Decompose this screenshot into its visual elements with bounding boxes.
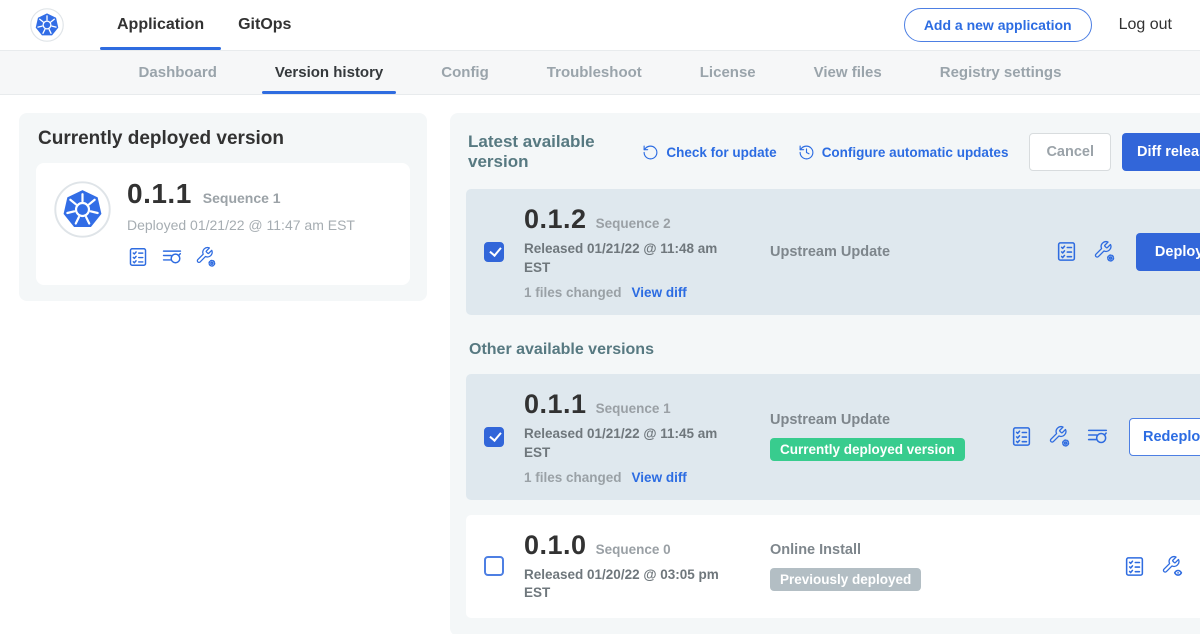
version-select-checkbox[interactable] — [484, 427, 504, 447]
sequence-label: Sequence 1 — [596, 401, 671, 416]
topbar-actions: Add a new application Log out — [904, 8, 1172, 42]
version-row: 0.1.0 Sequence 0 Released 01/20/22 @ 03:… — [466, 515, 1200, 619]
preflight-checks-icon[interactable] — [1123, 555, 1146, 578]
released-timestamp: Released 01/21/22 @ 11:48 am EST — [524, 240, 724, 278]
version-row: 0.1.2 Sequence 2 Released 01/21/22 @ 11:… — [466, 189, 1200, 315]
preflight-checks-icon[interactable] — [1010, 425, 1033, 448]
tab-application[interactable]: Application — [100, 0, 221, 50]
version-row: 0.1.1 Sequence 1 Released 01/21/22 @ 11:… — [466, 374, 1200, 500]
app-subnav: Dashboard Version history Config Trouble… — [0, 50, 1200, 95]
check-for-update-link[interactable]: Check for update — [642, 144, 776, 161]
subnav-item-registry-settings[interactable]: Registry settings — [911, 51, 1091, 94]
deploy-logs-icon[interactable] — [161, 246, 183, 268]
logout-link[interactable]: Log out — [1119, 16, 1172, 34]
previously-deployed-badge: Previously deployed — [770, 568, 921, 591]
files-changed-label: 1 files changed — [524, 285, 622, 300]
view-diff-link[interactable]: View diff — [632, 470, 687, 485]
version-info: 0.1.2 Sequence 2 Released 01/21/22 @ 11:… — [524, 204, 736, 300]
version-actions — [1123, 555, 1200, 578]
configure-automatic-updates-link[interactable]: Configure automatic updates — [798, 144, 1009, 161]
add-new-application-button[interactable]: Add a new application — [904, 8, 1092, 42]
deploy-button[interactable]: Deploy — [1136, 233, 1200, 271]
kubernetes-logo-icon — [30, 8, 64, 42]
version-number: 0.1.2 — [524, 204, 587, 235]
source-label: Upstream Update — [770, 412, 1010, 428]
deployed-sequence-label: Sequence 1 — [203, 190, 281, 206]
subnav-item-license[interactable]: License — [671, 51, 785, 94]
source-label: Online Install — [770, 542, 1010, 558]
redeploy-button[interactable]: Redeploy — [1129, 418, 1200, 456]
version-source: Online Install Previously deployed — [770, 542, 1010, 591]
deploy-logs-icon[interactable] — [1086, 425, 1109, 448]
sequence-label: Sequence 0 — [596, 542, 671, 557]
latest-version-header: Latest available version Check for updat… — [466, 128, 1200, 174]
configure-automatic-updates-label: Configure automatic updates — [822, 145, 1009, 160]
kubernetes-app-icon — [54, 181, 111, 238]
subnav-item-dashboard[interactable]: Dashboard — [110, 51, 246, 94]
version-info: 0.1.1 Sequence 1 Released 01/21/22 @ 11:… — [524, 389, 736, 485]
version-history-panel: Latest available version Check for updat… — [450, 113, 1200, 634]
edit-config-icon[interactable] — [195, 246, 217, 268]
source-label: Upstream Update — [770, 244, 1010, 260]
view-config-icon[interactable] — [1161, 555, 1184, 578]
version-actions: Deploy — [1055, 233, 1200, 271]
tab-gitops[interactable]: GitOps — [221, 0, 308, 50]
subnav-item-view-files[interactable]: View files — [785, 51, 911, 94]
version-select-checkbox[interactable] — [484, 242, 504, 262]
deployed-version-number: 0.1.1 — [127, 178, 192, 210]
subnav-item-config[interactable]: Config — [412, 51, 517, 94]
subnav-item-version-history[interactable]: Version history — [246, 51, 412, 94]
diff-releases-button[interactable]: Diff releases — [1122, 133, 1200, 171]
released-timestamp: Released 01/20/22 @ 03:05 pm EST — [524, 566, 724, 604]
released-timestamp: Released 01/21/22 @ 11:45 am EST — [524, 425, 724, 463]
version-number: 0.1.0 — [524, 530, 587, 561]
cancel-button[interactable]: Cancel — [1029, 133, 1111, 171]
top-tabs: Application GitOps — [100, 0, 308, 50]
version-source: Upstream Update — [770, 244, 1010, 260]
deployed-version-actions — [127, 246, 355, 268]
version-actions: Redeploy — [1010, 418, 1200, 456]
view-diff-link[interactable]: View diff — [632, 285, 687, 300]
currently-deployed-badge: Currently deployed version — [770, 438, 965, 461]
preflight-checks-icon[interactable] — [1055, 240, 1078, 263]
version-info: 0.1.0 Sequence 0 Released 01/20/22 @ 03:… — [524, 530, 736, 604]
currently-deployed-card: Currently deployed version 0.1.1 Sequenc… — [19, 113, 427, 301]
version-source: Upstream Update Currently deployed versi… — [770, 412, 1010, 461]
latest-version-title: Latest available version — [468, 132, 628, 172]
other-versions-heading: Other available versions — [469, 341, 1200, 359]
edit-config-icon[interactable] — [1048, 425, 1071, 448]
files-changed-label: 1 files changed — [524, 470, 622, 485]
version-select-checkbox[interactable] — [484, 556, 504, 576]
edit-config-icon[interactable] — [1093, 240, 1116, 263]
deployed-version-line: 0.1.1 Sequence 1 — [127, 178, 355, 210]
preflight-checks-icon[interactable] — [127, 246, 149, 268]
deployed-timestamp: Deployed 01/21/22 @ 11:47 am EST — [127, 217, 355, 233]
currently-deployed-title: Currently deployed version — [38, 128, 410, 150]
check-for-update-label: Check for update — [666, 145, 776, 160]
version-number: 0.1.1 — [524, 389, 587, 420]
top-nav-bar: Application GitOps Add a new application… — [0, 0, 1200, 50]
subnav-item-troubleshoot[interactable]: Troubleshoot — [518, 51, 671, 94]
sequence-label: Sequence 2 — [596, 216, 671, 231]
deployed-version-card: 0.1.1 Sequence 1 Deployed 01/21/22 @ 11:… — [36, 163, 410, 285]
main-content: Currently deployed version 0.1.1 Sequenc… — [0, 95, 1200, 634]
